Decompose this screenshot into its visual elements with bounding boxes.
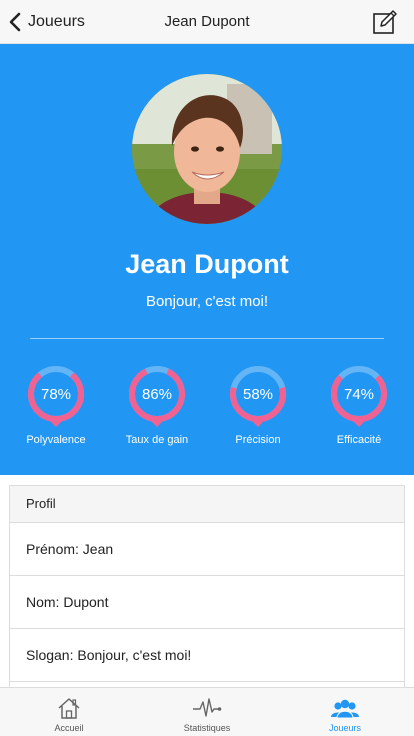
tab-bar: Accueil Statistiques Joueurs [0,687,414,736]
profile-row-slogan[interactable]: Slogan: Bonjour, c'est moi! [10,629,404,682]
player-avatar [132,74,282,224]
stat-precision: 58% Précision [212,362,304,446]
tab-label: Statistiques [183,723,231,733]
stat-label: Polyvalence [26,434,86,446]
header-divider [30,338,384,339]
tab-joueurs[interactable]: Joueurs [276,688,414,736]
profile-row-lastname[interactable]: Nom: Dupont [10,576,404,629]
stat-label: Efficacité [336,434,382,446]
stat-taux-de-gain: 86% Taux de gain [111,362,203,446]
player-header: Jean Dupont Bonjour, c'est moi! 78% Poly… [0,44,414,475]
stat-value: 58% [243,386,273,403]
stat-value: 86% [142,386,172,403]
stat-value: 74% [344,386,374,403]
gauge-precision-icon: 58% [230,366,286,427]
back-button[interactable]: Joueurs [8,10,85,34]
stat-efficacite: 74% Efficacité [313,362,405,446]
player-slogan: Bonjour, c'est moi! [145,293,269,310]
home-icon [58,698,80,719]
stat-label: Taux de gain [125,434,189,446]
pulse-icon [193,698,222,717]
stats-row: 78% Polyvalence 86% Taux de gain 58% Pré… [0,362,414,462]
users-icon [331,699,359,719]
tab-label: Joueurs [328,723,362,733]
stat-value: 78% [41,386,71,403]
nav-bar: Joueurs Jean Dupont [0,0,414,44]
stat-label: Précision [235,434,281,446]
back-button-label: Joueurs [28,13,85,30]
gauge-taux-de-gain-icon: 86% [129,366,185,427]
profile-card: Profil Prénom: Jean Nom: Dupont Slogan: … [9,485,405,687]
edit-button[interactable] [372,9,398,35]
tab-statistiques[interactable]: Statistiques [138,688,276,736]
player-name: Jean Dupont [125,249,289,279]
tab-accueil[interactable]: Accueil [0,688,138,736]
tab-label: Accueil [54,723,84,733]
stat-polyvalence: 78% Polyvalence [10,362,102,446]
profile-card-header: Profil [10,486,404,523]
gauge-efficacite-icon: 74% [331,366,387,427]
profile-row-firstname[interactable]: Prénom: Jean [10,523,404,576]
chevron-left-icon [9,12,21,32]
gauge-polyvalence-icon: 78% [28,366,84,427]
edit-icon [373,10,397,34]
